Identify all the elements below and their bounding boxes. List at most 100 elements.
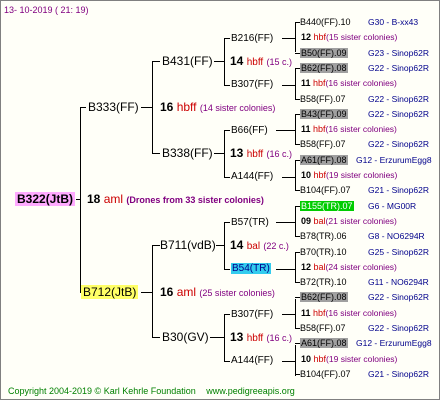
gen4-race-22: hbf — [313, 354, 327, 364]
gen3-id-6: B307(FF) — [231, 309, 274, 320]
gen4-id-text-8: B58(FF).07 — [300, 139, 346, 149]
gen1-to-gen2-1 — [152, 153, 160, 154]
gen4-id-0[interactable]: B440(FF).10 — [300, 17, 351, 28]
gen4-info-4: 11 hbf(16 sister colonies) — [301, 78, 397, 89]
gen4-line-8: G22 - Sinop62R — [368, 139, 429, 149]
gen2-node-2[interactable]: B711(vdB) — [160, 238, 216, 252]
gen4-line-15: G25 - Sinop62R — [368, 247, 429, 257]
gen4-tick-2 — [295, 53, 300, 54]
gen3-node-3[interactable]: A144(FF) — [231, 171, 273, 182]
gen4-id-15[interactable]: B70(TR).10 — [300, 247, 347, 258]
gen4-id-text-3: B62(FF).08 — [300, 63, 348, 73]
gen4-id-text-15: B70(TR).10 — [300, 247, 347, 257]
gen3-node-2[interactable]: B66(FF) — [231, 125, 268, 136]
gen4-info-10: 10 hbf(19 sister colonies) — [301, 170, 397, 181]
gen4-line-5: G22 - Sinop62R — [368, 94, 429, 104]
gen1-bracket-1 — [152, 245, 153, 337]
gen4-race-1: hbf — [313, 32, 327, 42]
gen1-node-1[interactable]: B712(JtB) — [81, 285, 139, 299]
gen2-id-2: B711(vdB) — [160, 238, 216, 252]
gen4-id-text-14: B78(TR).06 — [300, 231, 347, 241]
gen4-line-20: G22 - Sinop62R — [368, 323, 429, 333]
gen3-node-7[interactable]: A144(FF) — [231, 355, 273, 366]
gen2-info-2: 14 bal (22 c.) — [230, 238, 289, 254]
root-info: 18 aml (Drones from 33 sister colonies) — [87, 192, 264, 207]
gen4-id-9[interactable]: A61(FF).08 — [300, 155, 348, 166]
gen3-conn-1 — [282, 85, 296, 86]
gen2-race-0: hbff — [246, 57, 264, 68]
root-id: B322(JtB) — [15, 192, 76, 206]
gen4-id-6[interactable]: B43(FF).09 — [300, 109, 348, 120]
gen4-note-16: (24 sister colonies) — [325, 262, 397, 272]
gen4-id-8[interactable]: B58(FF).07 — [300, 139, 346, 150]
gen2-conn-3 — [210, 337, 225, 338]
gen4-id-5[interactable]: B58(FF).07 — [300, 94, 346, 105]
root-node[interactable]: B322(JtB) — [15, 192, 76, 206]
gen4-race-10: hbf — [313, 170, 327, 180]
gen3-conn-2 — [276, 130, 296, 131]
gen4-id-21[interactable]: A61(FF).08 — [300, 338, 348, 349]
gen4-id-17[interactable]: B72(TR).10 — [300, 277, 347, 288]
gen4-race-4: hbf — [313, 78, 326, 88]
gen3-node-5[interactable]: B54(TR) — [231, 263, 271, 274]
gen1-conn-1 — [141, 292, 153, 293]
root-to-gen1-top — [80, 107, 86, 108]
gen4-id-2[interactable]: B50(FF).09 — [300, 48, 348, 59]
gen3-id-0: B216(FF) — [231, 33, 274, 44]
gen4-id-12[interactable]: B155(TR).07 — [300, 201, 354, 212]
gen1-note-1: (25 sister colonies) — [199, 288, 275, 298]
gen2-num-1: 13 — [230, 146, 244, 160]
gen3-conn-3 — [282, 177, 296, 178]
footer-copyright: Copyright 2004-2019 © Karl Kehrle Founda… — [8, 386, 196, 396]
gen2-conn-1 — [214, 153, 225, 154]
gen2-node-0[interactable]: B431(FF) — [162, 54, 213, 68]
gen4-id-18[interactable]: B62(FF).08 — [300, 292, 348, 303]
gen4-info-16: 12 bal(24 sister colonies) — [301, 262, 397, 273]
gen4-num-19: 11 — [301, 308, 311, 318]
gen4-id-14[interactable]: B78(TR).06 — [300, 231, 347, 242]
gen3-node-0[interactable]: B216(FF) — [231, 33, 273, 44]
gen3-conn-0 — [282, 38, 296, 39]
gen2-node-3[interactable]: B30(GV) — [162, 330, 209, 344]
gen4-note-4: (16 sister colonies) — [325, 78, 397, 88]
gen1-conn-0 — [141, 107, 153, 108]
gen4-tick-21 — [295, 343, 300, 344]
gen2-id-1: B338(FF) — [162, 146, 213, 160]
gen4-tick-8 — [295, 144, 300, 145]
gen2-tick-1a — [224, 130, 230, 131]
footer-site[interactable]: www.pedigreeapis.org — [206, 386, 295, 396]
gen4-tick-14 — [295, 236, 300, 237]
gen1-node-0[interactable]: B333(FF) — [88, 100, 139, 114]
gen4-id-text-11: B104(FF).07 — [300, 185, 351, 195]
gen2-tick-3b — [224, 361, 230, 362]
gen4-tick-23 — [295, 374, 300, 375]
gen4-id-23[interactable]: B104(FF).07 — [300, 369, 351, 380]
gen4-id-3[interactable]: B62(FF).08 — [300, 63, 348, 74]
footer: Copyright 2004-2019 © Karl Kehrle Founda… — [8, 385, 295, 397]
gen2-info-0: 14 hbff (15 c.) — [230, 54, 292, 70]
gen4-note-22: (19 sister colonies) — [326, 354, 398, 364]
gen4-num-7: 11 — [301, 124, 311, 134]
gen1-id-1: B712(JtB) — [81, 285, 139, 299]
gen3-bracket-5 — [295, 253, 296, 283]
root-race: aml — [103, 192, 124, 206]
gen4-id-11[interactable]: B104(FF).07 — [300, 185, 351, 196]
gen3-bracket-3 — [295, 160, 296, 191]
gen4-note-7: (16 sister colonies) — [325, 124, 397, 134]
gen4-id-text-2: B50(FF).09 — [300, 48, 348, 58]
root-connector — [76, 199, 81, 200]
gen1-num-1: 16 — [160, 285, 174, 299]
gen1-race-0: hbff — [176, 100, 197, 114]
gen3-node-1[interactable]: B307(FF) — [231, 79, 273, 90]
gen3-node-4[interactable]: B57(TR) — [231, 217, 269, 228]
gen4-tick-5 — [295, 99, 300, 100]
gen3-id-4: B57(TR) — [231, 217, 269, 228]
gen4-line-18: G22 - Sinop62R — [368, 292, 429, 302]
gen3-id-7: A144(FF) — [231, 355, 274, 366]
gen4-id-20[interactable]: B58(FF).07 — [300, 323, 346, 334]
gen2-num-2: 14 — [230, 238, 244, 252]
gen3-node-6[interactable]: B307(FF) — [231, 309, 273, 320]
gen3-id-1: B307(FF) — [231, 79, 274, 90]
gen2-node-1[interactable]: B338(FF) — [162, 146, 213, 160]
report-date: 13- 10-2019 ( 21: 19) — [4, 5, 89, 15]
